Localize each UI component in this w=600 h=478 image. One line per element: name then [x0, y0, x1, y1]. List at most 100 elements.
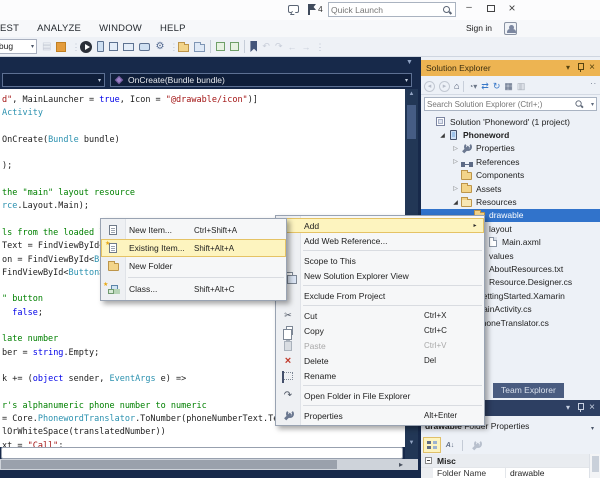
tree-item-resources[interactable]: ◢Resources [421, 195, 600, 208]
menu-item-new-solution-explorer-view[interactable]: New Solution Explorer View [276, 268, 484, 283]
device-settings-icon[interactable]: ⚙ [155, 41, 164, 53]
scrollbar-thumb[interactable] [1, 460, 337, 469]
attach-to-process-icon[interactable]: ▤ [42, 41, 51, 52]
menu-item-test[interactable]: TEST [0, 20, 28, 37]
search-icon[interactable] [575, 100, 584, 109]
menu-item-copy[interactable]: CopyCtrl+C [276, 323, 484, 338]
window-position-chevron-icon[interactable]: ▾ [562, 400, 574, 416]
menu-item-new-folder[interactable]: New Folder [101, 257, 286, 275]
property-value[interactable]: drawable [510, 468, 545, 478]
menu-item-scope-to-this[interactable]: Scope to This [276, 253, 484, 268]
tree-item-solution-phoneword-1-project[interactable]: Solution 'Phoneword' (1 project) [421, 115, 600, 128]
minimize-button[interactable]: – [460, 0, 478, 17]
horizontal-scrollbar[interactable]: ▸ [0, 459, 405, 470]
tree-item-assets[interactable]: ▷Assets [421, 182, 600, 195]
close-button[interactable]: × [503, 0, 521, 17]
scroll-right-arrow-icon[interactable]: ▸ [399, 459, 403, 470]
star-badge-icon: ★ [103, 281, 108, 288]
alphabetical-button[interactable]: A↓ [442, 438, 458, 452]
emulator-icon[interactable] [109, 42, 118, 51]
debug-target-combo[interactable]: Debug ▾ [0, 39, 37, 54]
expander-closed-icon[interactable]: ▷ [451, 185, 460, 192]
navigate-forward-icon[interactable]: → [302, 42, 311, 52]
undo-icon[interactable]: ↶ [262, 41, 270, 52]
menu-item-properties[interactable]: PropertiesAlt+Enter [276, 408, 484, 423]
menu-item-add-web-reference[interactable]: Add Web Reference... [276, 233, 484, 248]
window-position-chevron-icon[interactable]: ▾ [562, 60, 574, 76]
pin-icon[interactable] [574, 400, 586, 416]
quick-launch-input[interactable] [331, 3, 439, 16]
scroll-down-arrow-icon[interactable]: ▼ [405, 440, 418, 446]
menu-item-delete[interactable]: ×DeleteDel [276, 353, 484, 368]
tree-item-components[interactable]: Components [421, 169, 600, 182]
tree-item-properties[interactable]: ▷ Properties [421, 142, 600, 155]
menu-item-existing-item[interactable]: ★Existing Item...Shift+Alt+A [101, 239, 286, 257]
document-list-chevron-icon[interactable]: ▼ [406, 59, 413, 66]
property-category-row[interactable]: Misc [421, 454, 589, 467]
device-monitor-icon[interactable] [123, 43, 134, 51]
menu-item-add[interactable]: Add▸ [276, 218, 484, 233]
menu-item-label: Exclude From Project [300, 291, 424, 301]
close-icon[interactable]: × [586, 400, 598, 416]
menu-item-rename[interactable]: Rename [276, 368, 484, 383]
start-debugging-button[interactable] [80, 41, 92, 53]
sign-in-link[interactable]: Sign in [466, 20, 492, 37]
collapse-all-icon[interactable]: ↻ [493, 81, 501, 92]
pending-changes-filter-icon[interactable]: ◔▾ [468, 82, 477, 91]
property-name[interactable]: Folder Name [437, 468, 486, 478]
new-folder-icon[interactable] [178, 44, 189, 52]
menu-item-open-folder-in-file-explorer[interactable]: ↷Open Folder in File Explorer [276, 388, 484, 403]
tree-item-label: Properties [476, 143, 515, 153]
outdent-icon[interactable] [230, 42, 239, 51]
xamarin-build-icon[interactable] [56, 42, 66, 52]
feedback-bubble-icon[interactable] [288, 5, 299, 13]
scrollbar-thumb[interactable] [407, 105, 416, 139]
member-combo[interactable]: OnCreate(Bundle bundle) ▾ [110, 73, 412, 87]
notifications-flag-icon[interactable] [308, 4, 316, 15]
preview-selected-items-icon[interactable]: ▥ [517, 81, 526, 92]
menu-item-new-item[interactable]: New Item...Ctrl+Shift+A [101, 221, 286, 239]
tree-item-references[interactable]: ▷References [421, 155, 600, 168]
collapse-category-icon[interactable] [425, 457, 432, 464]
properties-scrollbar[interactable] [589, 454, 600, 478]
categorized-button[interactable] [424, 438, 440, 452]
bookmark-icon[interactable] [250, 41, 257, 52]
menu-item-class[interactable]: ★Class...Shift+Alt+C [101, 280, 286, 298]
expander-closed-icon[interactable]: ▷ [451, 158, 460, 165]
chevron-down-icon[interactable]: ▾ [591, 101, 594, 108]
expander-closed-icon[interactable]: ▷ [451, 145, 460, 152]
scrollbar-thumb[interactable] [592, 456, 599, 472]
code-token: "@drawable/icon" [166, 95, 248, 105]
menu-item-exclude-from-project[interactable]: Exclude From Project [276, 288, 484, 303]
property-grid-gutter [421, 468, 433, 478]
toolbar-overflow-icon[interactable]: .. [591, 77, 597, 86]
type-combo[interactable]: ▾ [2, 73, 105, 87]
add-reference-icon[interactable] [194, 44, 205, 52]
scroll-up-arrow-icon[interactable]: ▲ [405, 91, 418, 97]
device-tablet-icon[interactable] [139, 43, 150, 51]
copy-icon [286, 326, 293, 335]
device-phone-icon[interactable] [97, 41, 104, 52]
redo-icon[interactable]: ↷ [275, 41, 283, 52]
menu-item-cut[interactable]: ✂CutCtrl+X [276, 308, 484, 323]
home-icon[interactable]: ⌂ [454, 81, 459, 91]
indent-icon[interactable] [216, 42, 225, 51]
back-icon[interactable]: ◂ [424, 81, 435, 92]
expander-open-icon[interactable]: ◢ [451, 199, 460, 206]
close-icon[interactable]: × [586, 60, 598, 76]
menu-item-shortcut: Ctrl+V [424, 341, 470, 350]
expander-open-icon[interactable]: ◢ [438, 132, 447, 139]
forward-icon[interactable]: ▸ [439, 81, 450, 92]
sync-with-active-document-icon[interactable]: ⇄ [481, 81, 489, 92]
avatar-icon[interactable] [504, 22, 517, 35]
properties-window-icon[interactable]: ▦ [504, 81, 513, 92]
navigate-backward-icon[interactable]: ← [288, 42, 297, 52]
search-input[interactable] [427, 98, 567, 110]
pin-icon[interactable] [574, 60, 586, 76]
menu-item-analyze[interactable]: ANALYZE [28, 20, 90, 37]
tab-team-explorer[interactable]: Team Explorer [493, 383, 564, 398]
maximize-button[interactable] [482, 0, 500, 17]
tree-item-phoneword[interactable]: ◢Phoneword [421, 128, 600, 141]
menu-item-window[interactable]: WINDOW [90, 20, 151, 37]
menu-item-help[interactable]: HELP [151, 20, 195, 37]
